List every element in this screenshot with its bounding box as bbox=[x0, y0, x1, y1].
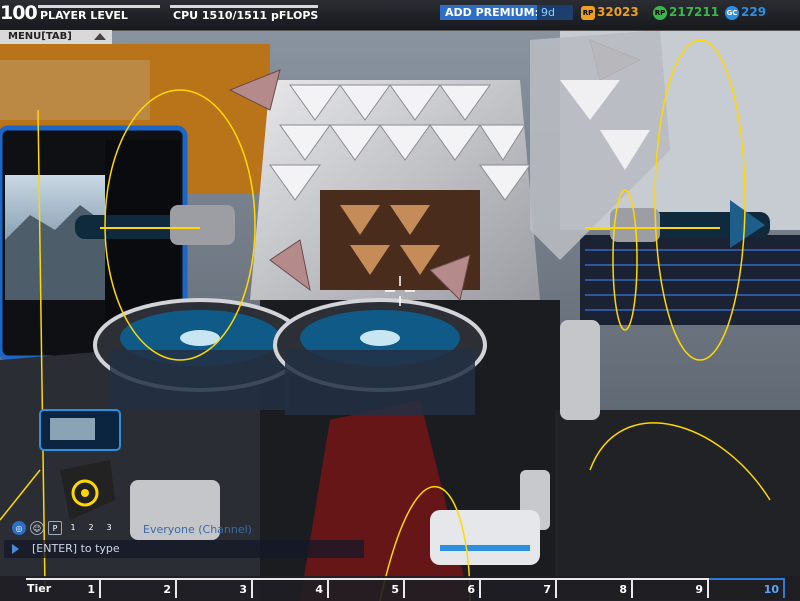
player-level-label: PLAYER LEVEL bbox=[40, 9, 128, 22]
tier-segment-10[interactable]: 10 bbox=[709, 578, 785, 598]
chat-channel-icons: ◎ ☺ P 1 2 3 bbox=[12, 520, 116, 536]
hover-fan-right bbox=[273, 298, 487, 415]
tier-segment-7[interactable]: 7 bbox=[481, 578, 557, 598]
cpu-readout: CPU 1510/1511 pFLOPS bbox=[173, 9, 319, 22]
premium-days: 9d bbox=[537, 5, 573, 20]
tier-segment-5[interactable]: 5 bbox=[329, 578, 405, 598]
chevron-up-icon bbox=[94, 33, 106, 40]
cosmetic-credits-value: 229 bbox=[741, 5, 767, 19]
cosmetic-credits-icon: GC bbox=[725, 5, 739, 20]
menu-label: MENU[TAB] bbox=[8, 31, 72, 42]
chat-tab-2[interactable]: 2 bbox=[84, 521, 98, 535]
robits-balance[interactable]: RP 32023 bbox=[581, 4, 639, 21]
tech-points-balance[interactable]: RP 217211 bbox=[653, 4, 719, 21]
top-hud: 100 PLAYER LEVEL CPU 1510/1511 pFLOPS AD… bbox=[0, 0, 800, 31]
robits-icon: RP bbox=[581, 5, 595, 20]
level-progress-bar bbox=[38, 5, 160, 8]
chat-input-hint: [ENTER] to type bbox=[32, 542, 120, 555]
robits-value: 32023 bbox=[597, 5, 639, 19]
chat-tab-1[interactable]: 1 bbox=[66, 521, 80, 535]
add-premium-button[interactable]: ADD PREMIUM: bbox=[440, 5, 544, 20]
chat-input[interactable]: [ENTER] to type bbox=[4, 540, 364, 558]
chat-arrow-icon bbox=[12, 544, 19, 554]
tech-points-value: 217211 bbox=[669, 5, 720, 19]
tier-segment-2[interactable]: 2 bbox=[101, 578, 177, 598]
tier-segment-9[interactable]: 9 bbox=[633, 578, 709, 598]
party-icon[interactable]: P bbox=[48, 521, 62, 535]
cosmetic-credits-balance[interactable]: GC 229 bbox=[725, 4, 766, 21]
player-level-number: 100 bbox=[0, 2, 38, 24]
cpu-progress-bar bbox=[170, 5, 318, 8]
tier-bar: Tier 1 2 3 4 5 6 7 8 9 10 bbox=[0, 576, 800, 601]
tier-segment-6[interactable]: 6 bbox=[405, 578, 481, 598]
tier-segment-1[interactable]: 1 bbox=[26, 578, 101, 598]
team-icon[interactable]: ☺ bbox=[30, 521, 44, 535]
garage-scene bbox=[0, 0, 800, 601]
chat-tab-3[interactable]: 3 bbox=[102, 521, 116, 535]
tech-points-icon: RP bbox=[653, 5, 667, 20]
tier-segment-3[interactable]: 3 bbox=[177, 578, 253, 598]
globe-icon[interactable]: ◎ bbox=[12, 521, 26, 535]
tier-segment-4[interactable]: 4 bbox=[253, 578, 329, 598]
menu-button[interactable]: MENU[TAB] bbox=[0, 30, 112, 44]
chat-channel-label: Everyone (Channel) bbox=[143, 523, 252, 536]
tier-segment-8[interactable]: 8 bbox=[557, 578, 633, 598]
